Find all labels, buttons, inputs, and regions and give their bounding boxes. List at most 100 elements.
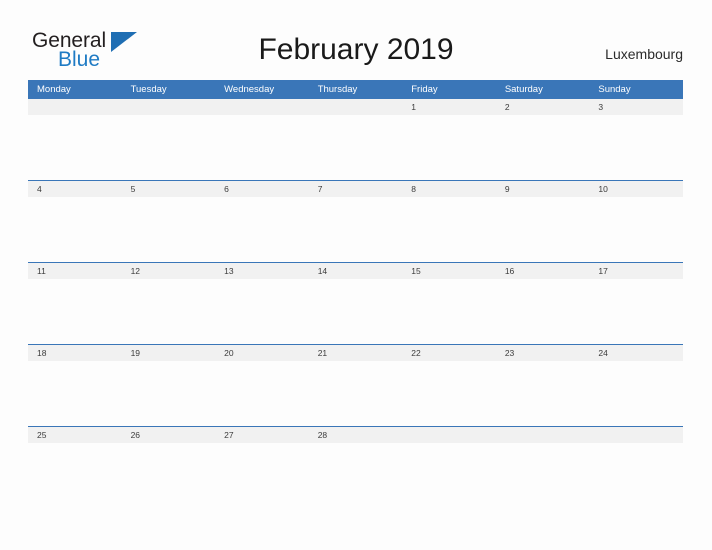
weekday-header-monday: Monday [28, 80, 122, 99]
weekday-header-friday: Friday [402, 80, 496, 99]
day-number: 4 [28, 181, 122, 197]
calendar-day-cell[interactable]: 13 [215, 262, 309, 345]
calendar-day-cell[interactable]: 21 [308, 344, 403, 427]
calendar-day-cell[interactable]: 8 [402, 180, 496, 263]
calendar-header-row: Monday Tuesday Wednesday Thursday Friday… [28, 80, 683, 99]
calendar-day-cell[interactable]: 25 [28, 426, 122, 508]
day-number [28, 99, 122, 115]
day-events-area[interactable] [495, 115, 590, 179]
day-number: 2 [495, 99, 590, 115]
calendar-day-cell[interactable]: 7 [308, 180, 403, 263]
day-events-area[interactable] [215, 115, 309, 179]
calendar-day-cell[interactable]: 20 [215, 344, 309, 427]
day-events-area[interactable] [215, 443, 309, 507]
day-number: 6 [215, 181, 309, 197]
calendar-day-cell[interactable]: 11 [28, 262, 122, 345]
calendar-day-cell[interactable] [308, 99, 403, 181]
calendar-day-cell[interactable]: 23 [495, 344, 590, 427]
day-events-area[interactable] [28, 361, 122, 425]
calendar-day-cell[interactable]: 27 [215, 426, 309, 508]
calendar-day-cell[interactable] [589, 426, 683, 508]
calendar-day-cell[interactable]: 5 [121, 180, 216, 263]
day-events-area[interactable] [589, 443, 683, 507]
day-number: 27 [215, 427, 309, 443]
day-events-area[interactable] [308, 443, 403, 507]
day-events-area[interactable] [308, 279, 403, 343]
calendar-day-cell[interactable]: 1 [402, 99, 496, 181]
day-events-area[interactable] [495, 197, 590, 261]
day-events-area[interactable] [121, 115, 216, 179]
day-events-area[interactable] [495, 279, 590, 343]
day-number: 1 [402, 99, 496, 115]
day-events-area[interactable] [495, 443, 590, 507]
calendar-day-cell[interactable]: 19 [121, 344, 216, 427]
day-number: 18 [28, 345, 122, 361]
day-events-area[interactable] [121, 279, 216, 343]
day-events-area[interactable] [589, 197, 683, 261]
calendar-day-cell[interactable]: 28 [308, 426, 403, 508]
day-events-area[interactable] [121, 197, 216, 261]
calendar-day-cell[interactable]: 17 [589, 262, 683, 345]
day-number: 14 [308, 263, 403, 279]
day-events-area[interactable] [402, 115, 496, 179]
day-events-area[interactable] [28, 279, 122, 343]
day-events-area[interactable] [308, 197, 403, 261]
calendar-day-cell[interactable]: 6 [215, 180, 309, 263]
day-events-area[interactable] [589, 115, 683, 179]
day-number: 21 [308, 345, 403, 361]
weekday-header-thursday: Thursday [308, 80, 403, 99]
day-events-area[interactable] [121, 443, 216, 507]
day-events-area[interactable] [589, 279, 683, 343]
calendar-body: 1 2 3 4 5 6 7 8 9 10 11 12 13 14 15 16 1… [28, 99, 683, 508]
day-number [402, 427, 496, 443]
day-number [121, 99, 216, 115]
calendar-day-cell[interactable]: 3 [589, 99, 683, 181]
day-number: 25 [28, 427, 122, 443]
day-number: 7 [308, 181, 403, 197]
calendar-day-cell[interactable]: 16 [495, 262, 590, 345]
calendar-day-cell[interactable] [215, 99, 309, 181]
day-events-area[interactable] [28, 115, 122, 179]
day-events-area[interactable] [495, 361, 590, 425]
calendar-day-cell[interactable]: 26 [121, 426, 216, 508]
calendar-day-cell[interactable]: 18 [28, 344, 122, 427]
calendar-day-cell[interactable]: 12 [121, 262, 216, 345]
day-events-area[interactable] [121, 361, 216, 425]
day-events-area[interactable] [308, 115, 403, 179]
calendar-day-cell[interactable] [402, 426, 496, 508]
weekday-header-sunday: Sunday [589, 80, 683, 99]
day-events-area[interactable] [215, 279, 309, 343]
calendar-day-cell[interactable] [495, 426, 590, 508]
calendar-day-cell[interactable]: 15 [402, 262, 496, 345]
day-events-area[interactable] [589, 361, 683, 425]
calendar-day-cell[interactable] [28, 99, 122, 181]
day-number: 26 [121, 427, 216, 443]
calendar-day-cell[interactable]: 22 [402, 344, 496, 427]
day-events-area[interactable] [28, 197, 122, 261]
day-number: 12 [121, 263, 216, 279]
day-events-area[interactable] [402, 279, 496, 343]
calendar-week-row: 25 26 27 28 [28, 426, 683, 508]
day-number: 17 [589, 263, 683, 279]
day-events-area[interactable] [308, 361, 403, 425]
calendar-day-cell[interactable]: 9 [495, 180, 590, 263]
calendar-day-cell[interactable] [121, 99, 216, 181]
day-events-area[interactable] [215, 197, 309, 261]
day-number: 28 [308, 427, 403, 443]
calendar-week-row: 11 12 13 14 15 16 17 [28, 262, 683, 345]
calendar-day-cell[interactable]: 4 [28, 180, 122, 263]
calendar-day-cell[interactable]: 10 [589, 180, 683, 263]
day-events-area[interactable] [215, 361, 309, 425]
day-number [308, 99, 403, 115]
day-number [215, 99, 309, 115]
day-events-area[interactable] [402, 361, 496, 425]
day-number: 8 [402, 181, 496, 197]
calendar-day-cell[interactable]: 24 [589, 344, 683, 427]
day-events-area[interactable] [402, 197, 496, 261]
day-events-area[interactable] [402, 443, 496, 507]
calendar-day-cell[interactable]: 14 [308, 262, 403, 345]
day-events-area[interactable] [28, 443, 122, 507]
calendar-day-cell[interactable]: 2 [495, 99, 590, 181]
day-number: 5 [121, 181, 216, 197]
day-number: 23 [495, 345, 590, 361]
